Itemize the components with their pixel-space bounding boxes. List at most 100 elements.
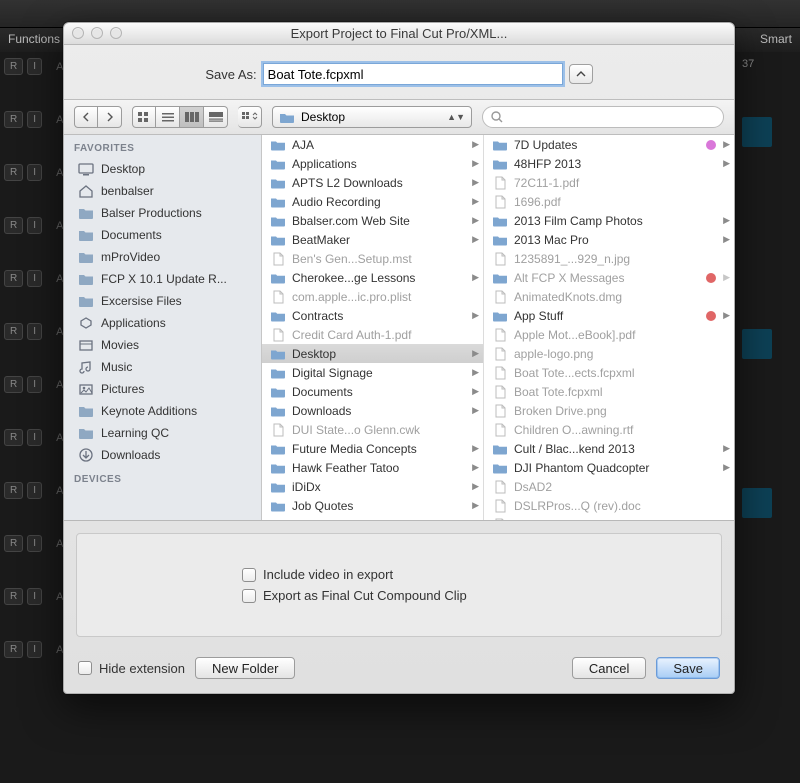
- compound-clip-checkbox[interactable]: [242, 589, 256, 603]
- list-item[interactable]: Hawk Feather Tatoo▶: [262, 458, 483, 477]
- chevron-right-icon: ▶: [472, 196, 479, 207]
- column-2[interactable]: 7D Updates▶48HFP 2013▶ 72C11-1.pdf 1696.pd…: [484, 135, 734, 520]
- location-popup[interactable]: Desktop ▲▼: [272, 106, 472, 128]
- list-item[interactable]: DSLRPros...Q (rev).doc: [484, 496, 734, 515]
- new-folder-button[interactable]: New Folder: [195, 657, 295, 679]
- arrange-button[interactable]: [238, 106, 262, 128]
- list-item[interactable]: Dying Drive.mp3: [484, 515, 734, 520]
- hide-extension-checkbox-row[interactable]: Hide extension: [78, 661, 185, 676]
- include-video-checkbox-row[interactable]: Include video in export: [242, 564, 701, 585]
- collapse-expand-button[interactable]: [569, 64, 593, 84]
- window-close-button[interactable]: [72, 27, 84, 39]
- save-as-input[interactable]: [263, 63, 563, 85]
- window-zoom-button[interactable]: [110, 27, 122, 39]
- tag-dot-icon: [706, 140, 716, 150]
- list-item[interactable]: LaF&V▶: [262, 515, 483, 520]
- view-list-button[interactable]: [156, 106, 180, 128]
- list-item[interactable]: APTS L2 Downloads▶: [262, 173, 483, 192]
- list-item[interactable]: 2013 Film Camp Photos▶: [484, 211, 734, 230]
- sidebar-item-applications[interactable]: Applications: [64, 312, 261, 334]
- list-item[interactable]: Credit Card Auth-1.pdf: [262, 325, 483, 344]
- list-item[interactable]: Digital Signage▶: [262, 363, 483, 382]
- list-item[interactable]: Desktop▶: [262, 344, 483, 363]
- list-item[interactable]: Downloads▶: [262, 401, 483, 420]
- list-item[interactable]: Ben's Gen...Setup.mst: [262, 249, 483, 268]
- list-item[interactable]: AJA▶: [262, 135, 483, 154]
- include-video-checkbox[interactable]: [242, 568, 256, 582]
- sidebar-item-benbalser[interactable]: benbalser: [64, 180, 261, 202]
- list-item[interactable]: Children O...awning.rtf: [484, 420, 734, 439]
- list-item[interactable]: 1235891_...929_n.jpg: [484, 249, 734, 268]
- list-item-label: AJA: [292, 138, 314, 152]
- sidebar-item-downloads[interactable]: Downloads: [64, 444, 261, 466]
- chevron-right-icon: ▶: [472, 519, 479, 520]
- list-item[interactable]: Future Media Concepts▶: [262, 439, 483, 458]
- arrange-segment: [238, 106, 262, 128]
- list-item-label: 72C11-1.pdf: [514, 176, 579, 190]
- list-item[interactable]: Documents▶: [262, 382, 483, 401]
- list-item[interactable]: Bbalser.com Web Site▶: [262, 211, 483, 230]
- sidebar-item-excersise-files[interactable]: Excersise Files: [64, 290, 261, 312]
- column-1[interactable]: AJA▶Applications▶APTS L2 Downloads▶Audio…: [262, 135, 484, 520]
- list-item[interactable]: Cult / Blac...kend 2013▶: [484, 439, 734, 458]
- list-item[interactable]: com.apple...ic.pro.plist: [262, 287, 483, 306]
- sidebar-item-fcp-x-10-1-update-r-[interactable]: FCP X 10.1 Update R...: [64, 268, 261, 290]
- list-item[interactable]: AnimatedKnots.dmg: [484, 287, 734, 306]
- sidebar-item-mprovideo[interactable]: mProVideo: [64, 246, 261, 268]
- sidebar-item-music[interactable]: Music: [64, 356, 261, 378]
- sidebar-item-balser-productions[interactable]: Balser Productions: [64, 202, 261, 224]
- sidebar-item-documents[interactable]: Documents: [64, 224, 261, 246]
- view-icon-button[interactable]: [132, 106, 156, 128]
- list-item[interactable]: Broken Drive.png: [484, 401, 734, 420]
- list-item[interactable]: DJI Phantom Quadcopter▶: [484, 458, 734, 477]
- save-button[interactable]: Save: [656, 657, 720, 679]
- view-columns-button[interactable]: [180, 106, 204, 128]
- list-item[interactable]: Alt FCP X Messages▶: [484, 268, 734, 287]
- music-icon: [78, 359, 94, 375]
- list-item[interactable]: 1696.pdf: [484, 192, 734, 211]
- back-button[interactable]: [74, 106, 98, 128]
- hide-extension-checkbox[interactable]: [78, 661, 92, 675]
- arrange-icon: [242, 112, 258, 122]
- sidebar-item-keynote-additions[interactable]: Keynote Additions: [64, 400, 261, 422]
- search-input[interactable]: [508, 110, 715, 124]
- sidebar-header-favorites: FAVORITES: [64, 135, 261, 158]
- list-item[interactable]: Boat Tote...ects.fcpxml: [484, 363, 734, 382]
- list-item[interactable]: Applications▶: [262, 154, 483, 173]
- list-item-label: Desktop: [292, 347, 336, 361]
- view-coverflow-button[interactable]: [204, 106, 228, 128]
- sidebar-item-pictures[interactable]: Pictures: [64, 378, 261, 400]
- forward-button[interactable]: [98, 106, 122, 128]
- list-item[interactable]: Apple Mot...eBook].pdf: [484, 325, 734, 344]
- list-item-label: DUI State...o Glenn.cwk: [292, 423, 420, 437]
- list-item[interactable]: 48HFP 2013▶: [484, 154, 734, 173]
- list-item-label: Documents: [292, 385, 353, 399]
- search-field[interactable]: [482, 106, 724, 128]
- list-item[interactable]: Job Quotes▶: [262, 496, 483, 515]
- list-item[interactable]: 72C11-1.pdf: [484, 173, 734, 192]
- list-item[interactable]: 7D Updates▶: [484, 135, 734, 154]
- list-item[interactable]: Cherokee...ge Lessons▶: [262, 268, 483, 287]
- list-item-label: Audio Recording: [292, 195, 381, 209]
- list-item[interactable]: DUI State...o Glenn.cwk: [262, 420, 483, 439]
- folder-icon: [270, 138, 286, 152]
- list-item[interactable]: BeatMaker▶: [262, 230, 483, 249]
- sidebar-item-desktop[interactable]: Desktop: [64, 158, 261, 180]
- list-item[interactable]: Audio Recording ▶: [262, 192, 483, 211]
- compound-clip-checkbox-row[interactable]: Export as Final Cut Compound Clip: [242, 585, 701, 606]
- list-item[interactable]: 2013 Mac Pro▶: [484, 230, 734, 249]
- list-item[interactable]: iDiDx▶: [262, 477, 483, 496]
- sidebar-item-learning-qc[interactable]: Learning QC: [64, 422, 261, 444]
- list-item[interactable]: DsAD2: [484, 477, 734, 496]
- list-item[interactable]: apple-logo.png: [484, 344, 734, 363]
- home-icon: [78, 183, 94, 199]
- window-minimize-button[interactable]: [91, 27, 103, 39]
- cancel-button[interactable]: Cancel: [572, 657, 646, 679]
- folder-icon: [270, 404, 286, 418]
- sidebar-item-movies[interactable]: Movies: [64, 334, 261, 356]
- list-item[interactable]: Contracts▶: [262, 306, 483, 325]
- list-item[interactable]: Boat Tote.fcpxml: [484, 382, 734, 401]
- list-item[interactable]: App Stuff▶: [484, 306, 734, 325]
- sidebar-item-label: Excersise Files: [101, 294, 182, 308]
- folder-icon: [270, 480, 286, 494]
